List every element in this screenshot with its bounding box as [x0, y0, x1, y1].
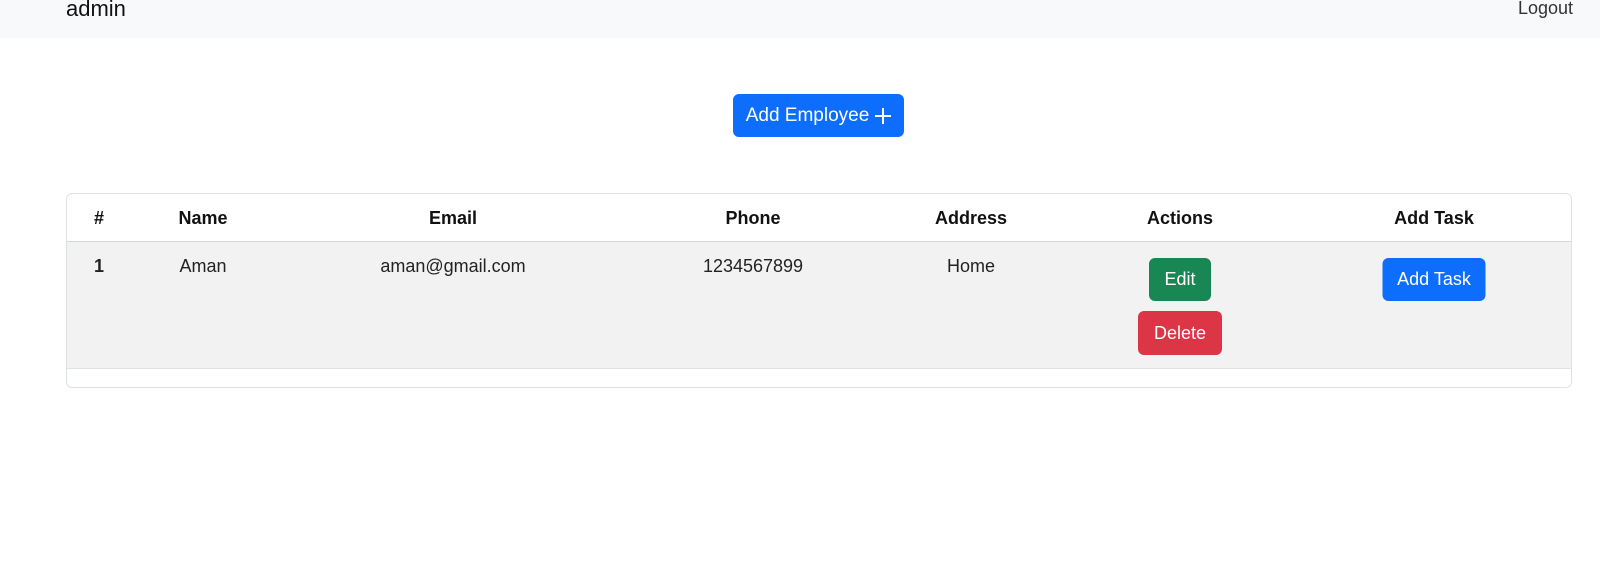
add-task-button[interactable]: Add Task	[1382, 258, 1486, 301]
employee-table: # Name Email Phone Address Actions Add T…	[66, 193, 1572, 388]
column-header-address: Address	[934, 208, 1008, 228]
employee-phone: 1234567899	[702, 256, 804, 276]
table-header: # Name Email Phone Address Actions Add T…	[67, 194, 1571, 242]
employee-email: aman@gmail.com	[380, 256, 526, 276]
employee-name: Aman	[179, 256, 227, 276]
top-navbar: admin Logout	[0, 0, 1600, 38]
add-employee-button[interactable]: Add Employee	[733, 94, 904, 137]
employee-address: Home	[946, 256, 996, 276]
plus-icon	[875, 107, 892, 124]
column-header-actions: Actions	[1146, 208, 1214, 228]
column-header-phone: Phone	[725, 208, 781, 228]
brand-title: admin	[66, 0, 126, 21]
row-index: 1	[93, 256, 105, 276]
column-header-add-task: Add Task	[1394, 208, 1474, 228]
table-row: 1 Aman aman@gmail.com 1234567899 Home Ed…	[67, 242, 1571, 369]
column-header-name: Name	[178, 208, 228, 228]
column-header-index: #	[93, 208, 105, 228]
column-header-email: Email	[428, 208, 478, 228]
edit-button[interactable]: Edit	[1149, 258, 1211, 301]
delete-button[interactable]: Delete	[1138, 311, 1222, 355]
add-employee-label: Add Employee	[745, 104, 870, 126]
logout-link[interactable]: Logout	[1518, 0, 1573, 19]
